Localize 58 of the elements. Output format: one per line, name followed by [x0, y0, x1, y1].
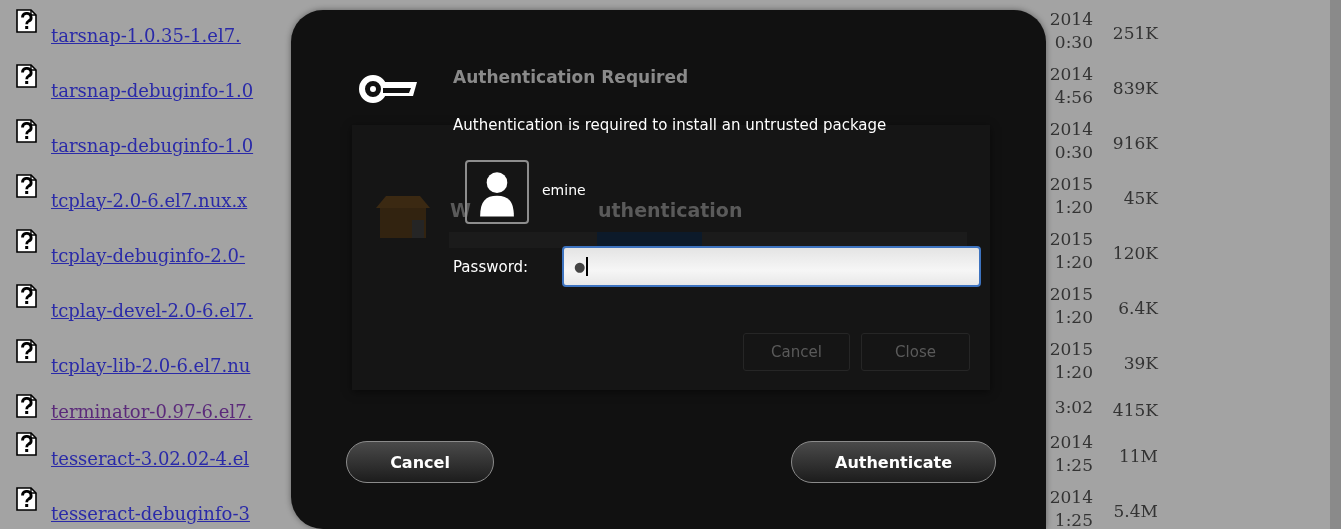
- time-text: 0:30: [1053, 141, 1093, 164]
- date-text: 2014: [1048, 8, 1093, 31]
- time-text: 4:56: [1053, 86, 1093, 109]
- cancel-button[interactable]: Cancel: [743, 333, 850, 371]
- file-link[interactable]: tcplay-2.0-6.el7.nux.x: [51, 189, 248, 211]
- size-text: 415K: [1111, 399, 1158, 420]
- size-text: 45K: [1122, 188, 1158, 208]
- authenticate-button[interactable]: Authenticate: [791, 441, 996, 483]
- unknown-file-icon: [16, 487, 38, 511]
- date-text: 2014: [1048, 431, 1093, 454]
- file-link[interactable]: terminator-0.97-6.el7.: [51, 401, 253, 422]
- size-text: 916K: [1111, 133, 1158, 153]
- user-name: emine: [542, 182, 586, 198]
- dialog-title: Authentication Required: [453, 67, 690, 89]
- time-text: 3:02: [1053, 396, 1093, 419]
- scrollbar-track[interactable]: [1330, 0, 1341, 529]
- unknown-file-icon: [16, 339, 38, 363]
- unknown-file-icon: [16, 64, 38, 88]
- file-link[interactable]: tcplay-devel-2.0-6.el7.: [51, 299, 253, 321]
- time-text: 1:20: [1053, 306, 1093, 329]
- file-link[interactable]: tarsnap-1.0.35-1.el7.: [51, 24, 241, 46]
- size-text: 11M: [1117, 446, 1158, 466]
- unknown-file-icon: [16, 9, 38, 33]
- unknown-file-icon: [16, 119, 38, 143]
- password-field[interactable]: ●: [562, 246, 981, 287]
- file-link[interactable]: tesseract-debuginfo-3: [51, 502, 250, 524]
- file-link[interactable]: tarsnap-debuginfo-1.0: [51, 134, 254, 156]
- file-link[interactable]: tesseract-3.02.02-4.el: [51, 447, 250, 469]
- size-text: 120K: [1111, 243, 1158, 263]
- date-text: 2014: [1048, 486, 1093, 509]
- time-text: 1:20: [1053, 251, 1093, 274]
- date-text: 2015: [1048, 228, 1093, 251]
- time-text: 1:25: [1053, 509, 1093, 529]
- dialog-message: Authentication is required to install an untrusted package: [453, 116, 888, 134]
- close-button[interactable]: Close: [861, 333, 970, 371]
- file-link[interactable]: tcplay-lib-2.0-6.el7.nu: [51, 354, 251, 376]
- size-text: 251K: [1111, 23, 1158, 43]
- unknown-file-icon: [16, 229, 38, 253]
- cancel-button[interactable]: Cancel: [346, 441, 494, 483]
- unknown-file-icon: [16, 432, 38, 456]
- size-text: 6.4K: [1117, 298, 1158, 318]
- size-text: 839K: [1111, 78, 1158, 98]
- date-text: 2015: [1048, 173, 1093, 196]
- password-label: Password:: [453, 257, 530, 276]
- size-text: 5.4M: [1112, 501, 1158, 521]
- time-text: 0:30: [1053, 31, 1093, 54]
- date-text: 2014: [1048, 63, 1093, 86]
- file-link[interactable]: tarsnap-debuginfo-1.0: [51, 79, 254, 101]
- window-title: uthentication: [598, 199, 743, 221]
- time-text: 1:20: [1053, 196, 1093, 219]
- date-text: 2014: [1048, 118, 1093, 141]
- size-text: 39K: [1122, 353, 1158, 373]
- date-text: 2015: [1048, 283, 1093, 306]
- time-text: 1:20: [1053, 361, 1093, 384]
- unknown-file-icon: [16, 284, 38, 308]
- unknown-file-icon: [16, 174, 38, 198]
- file-link[interactable]: tcplay-debuginfo-2.0-: [51, 244, 246, 266]
- unknown-file-icon: [16, 394, 38, 418]
